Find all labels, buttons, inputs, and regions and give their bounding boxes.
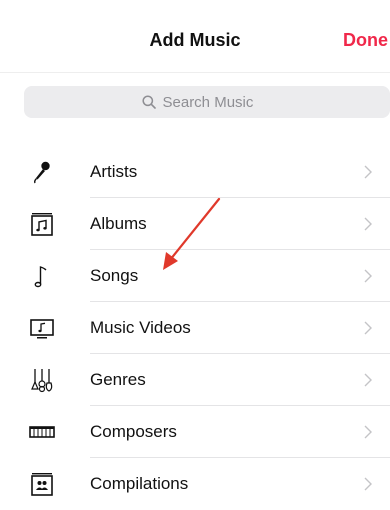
chevron-right-icon xyxy=(364,425,372,439)
list-item-albums[interactable]: Albums xyxy=(0,198,390,250)
guitars-icon xyxy=(28,366,56,394)
list-item-songs[interactable]: Songs xyxy=(0,250,390,302)
compilation-icon xyxy=(28,470,56,498)
chevron-right-icon xyxy=(364,217,372,231)
chevron-right-icon xyxy=(364,321,372,335)
chevron-right-icon xyxy=(364,165,372,179)
list-item-label: Music Videos xyxy=(90,318,191,337)
list-item-label: Songs xyxy=(90,266,139,285)
list-item-label: Composers xyxy=(90,422,177,441)
music-category-list: Artists Albums Songs Music Videos Genres… xyxy=(0,146,390,510)
album-icon xyxy=(28,210,56,238)
done-button[interactable]: Done xyxy=(343,30,390,51)
search-icon xyxy=(141,95,156,109)
list-item-label: Albums xyxy=(90,214,147,233)
list-item-composers[interactable]: Composers xyxy=(0,406,390,458)
list-item-label: Artists xyxy=(90,162,138,181)
chevron-right-icon xyxy=(364,269,372,283)
list-item-music-videos[interactable]: Music Videos xyxy=(0,302,390,354)
chevron-right-icon xyxy=(364,477,372,491)
search-bar[interactable] xyxy=(24,86,390,118)
list-item-label: Genres xyxy=(90,370,146,389)
list-item-artists[interactable]: Artists xyxy=(0,146,390,198)
list-item-genres[interactable]: Genres xyxy=(0,354,390,406)
list-item-compilations[interactable]: Compilations xyxy=(0,458,390,510)
piano-icon xyxy=(28,418,56,446)
navigation-bar: Add Music Done xyxy=(0,0,390,73)
music-video-icon xyxy=(28,314,56,342)
page-title: Add Music xyxy=(149,30,241,50)
search-input[interactable] xyxy=(162,93,273,111)
microphone-icon xyxy=(28,158,56,186)
music-note-icon xyxy=(28,262,56,290)
chevron-right-icon xyxy=(364,373,372,387)
list-item-label: Compilations xyxy=(90,474,189,493)
